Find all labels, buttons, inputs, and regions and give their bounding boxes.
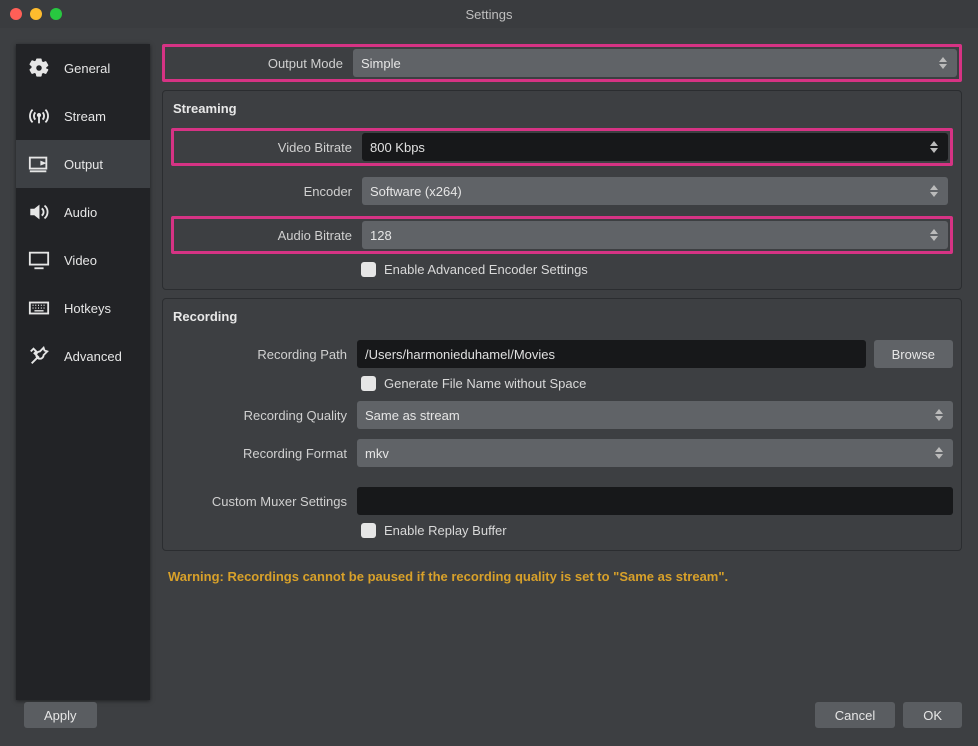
recording-quality-select[interactable]: Same as stream [357,401,953,429]
video-bitrate-label: Video Bitrate [176,140,354,155]
warning-text: Warning: Recordings cannot be paused if … [162,559,962,584]
audio-bitrate-value: 128 [370,228,392,243]
sidebar-item-label: Video [64,253,97,268]
window-controls [0,8,62,20]
monitor-icon [26,248,52,272]
minimize-window-button[interactable] [30,8,42,20]
recording-path-value: /Users/harmonieduhamel/Movies [365,347,555,362]
sidebar-item-label: Hotkeys [64,301,111,316]
gen-filename-label: Generate File Name without Space [384,376,586,391]
stepper-icon[interactable] [926,137,942,157]
streaming-group: Streaming Video Bitrate 800 Kbps [162,90,962,290]
output-mode-highlight: Output Mode Simple [162,44,962,82]
recording-quality-value: Same as stream [365,408,460,423]
streaming-title: Streaming [171,99,953,122]
sidebar-item-video[interactable]: Video [16,236,150,284]
speaker-icon [26,200,52,224]
keyboard-icon [26,296,52,320]
tools-icon [26,344,52,368]
audio-bitrate-highlight: Audio Bitrate 128 [171,216,953,254]
advanced-encoder-label: Enable Advanced Encoder Settings [384,262,588,277]
stepper-icon [931,405,947,425]
recording-quality-label: Recording Quality [171,408,349,423]
antenna-icon [26,104,52,128]
video-bitrate-input[interactable]: 800 Kbps [362,133,948,161]
stepper-icon [931,443,947,463]
sidebar-item-label: General [64,61,110,76]
output-icon [26,152,52,176]
recording-path-input[interactable]: /Users/harmonieduhamel/Movies [357,340,866,368]
zoom-window-button[interactable] [50,8,62,20]
output-mode-label: Output Mode [167,56,345,71]
video-bitrate-value: 800 Kbps [370,140,425,155]
video-bitrate-highlight: Video Bitrate 800 Kbps [171,128,953,166]
replay-buffer-checkbox[interactable] [361,523,376,538]
close-window-button[interactable] [10,8,22,20]
sidebar-item-stream[interactable]: Stream [16,92,150,140]
audio-bitrate-select[interactable]: 128 [362,221,948,249]
sidebar-item-output[interactable]: Output [16,140,150,188]
window-title: Settings [0,7,978,22]
recording-format-label: Recording Format [171,446,349,461]
stepper-icon [926,225,942,245]
audio-bitrate-label: Audio Bitrate [176,228,354,243]
sidebar-item-label: Advanced [64,349,122,364]
cancel-button[interactable]: Cancel [815,702,895,728]
gear-icon [26,56,52,80]
muxer-label: Custom Muxer Settings [171,494,349,509]
stepper-icon [935,53,951,73]
stepper-icon [926,181,942,201]
recording-format-select[interactable]: mkv [357,439,953,467]
titlebar: Settings [0,0,978,28]
replay-buffer-label: Enable Replay Buffer [384,523,507,538]
sidebar-item-label: Stream [64,109,106,124]
gen-filename-checkbox[interactable] [361,376,376,391]
sidebar-item-audio[interactable]: Audio [16,188,150,236]
recording-format-value: mkv [365,446,389,461]
browse-button[interactable]: Browse [874,340,953,368]
recording-title: Recording [171,307,953,330]
sidebar-item-general[interactable]: General [16,44,150,92]
encoder-value: Software (x264) [370,184,462,199]
muxer-input[interactable] [357,487,953,515]
output-mode-select[interactable]: Simple [353,49,957,77]
apply-button[interactable]: Apply [24,702,97,728]
content-area: Output Mode Simple Streaming Video Bitra… [162,44,962,700]
sidebar-item-label: Audio [64,205,97,220]
advanced-encoder-checkbox[interactable] [361,262,376,277]
sidebar: General Stream Output Audio Video [16,44,150,700]
recording-path-label: Recording Path [171,347,349,362]
sidebar-item-label: Output [64,157,103,172]
sidebar-item-hotkeys[interactable]: Hotkeys [16,284,150,332]
footer: Apply Cancel OK [0,708,978,738]
recording-group: Recording Recording Path /Users/harmonie… [162,298,962,551]
sidebar-item-advanced[interactable]: Advanced [16,332,150,380]
encoder-label: Encoder [176,184,354,199]
ok-button[interactable]: OK [903,702,962,728]
output-mode-value: Simple [361,56,401,71]
encoder-select[interactable]: Software (x264) [362,177,948,205]
